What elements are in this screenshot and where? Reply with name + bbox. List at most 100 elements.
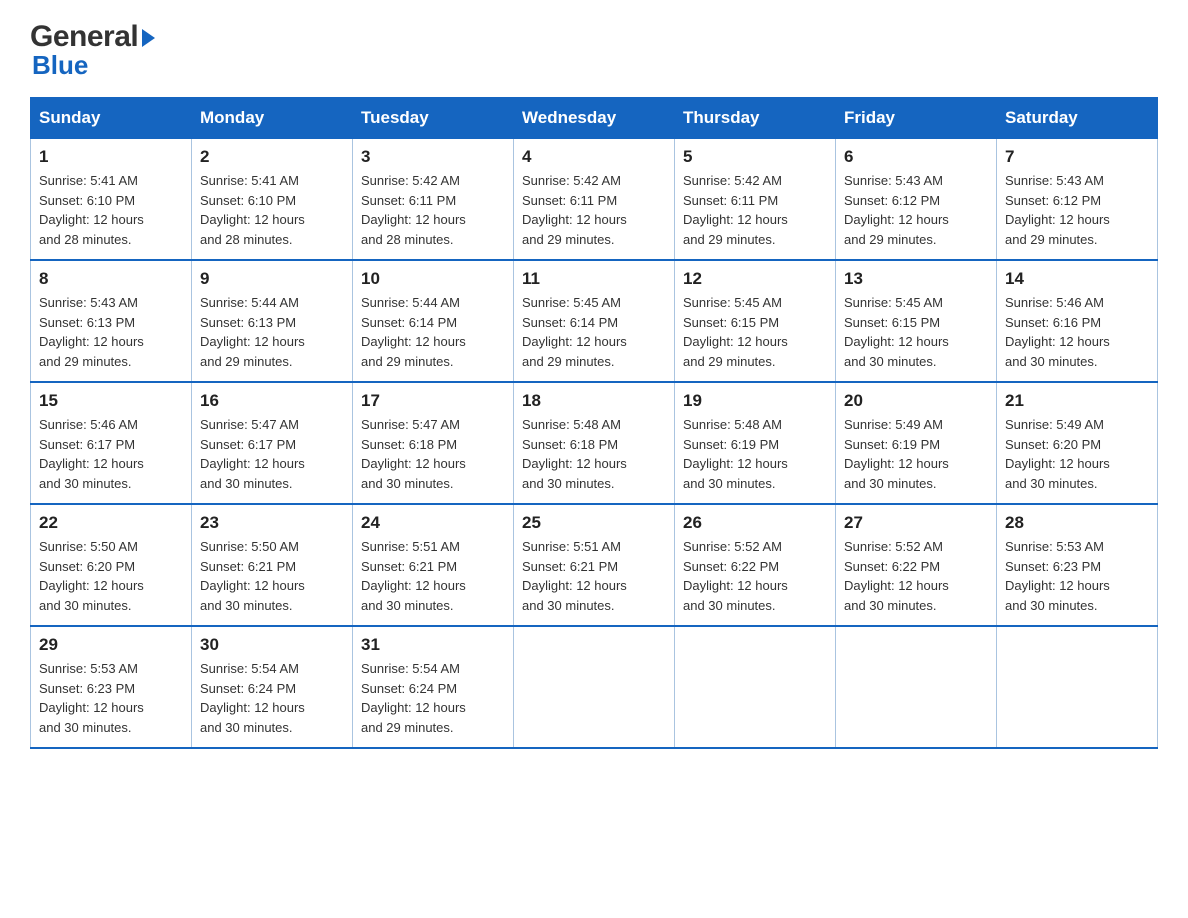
day-info: Sunrise: 5:48 AMSunset: 6:19 PMDaylight:…: [683, 417, 788, 491]
calendar-cell: 11 Sunrise: 5:45 AMSunset: 6:14 PMDaylig…: [514, 260, 675, 382]
calendar-cell: 27 Sunrise: 5:52 AMSunset: 6:22 PMDaylig…: [836, 504, 997, 626]
calendar-cell: 17 Sunrise: 5:47 AMSunset: 6:18 PMDaylig…: [353, 382, 514, 504]
day-info: Sunrise: 5:42 AMSunset: 6:11 PMDaylight:…: [361, 173, 466, 247]
calendar-cell: 24 Sunrise: 5:51 AMSunset: 6:21 PMDaylig…: [353, 504, 514, 626]
day-number: 23: [200, 513, 344, 533]
day-number: 14: [1005, 269, 1149, 289]
day-info: Sunrise: 5:41 AMSunset: 6:10 PMDaylight:…: [200, 173, 305, 247]
day-number: 25: [522, 513, 666, 533]
calendar-cell: 5 Sunrise: 5:42 AMSunset: 6:11 PMDayligh…: [675, 139, 836, 261]
day-number: 21: [1005, 391, 1149, 411]
day-number: 7: [1005, 147, 1149, 167]
calendar-cell: 3 Sunrise: 5:42 AMSunset: 6:11 PMDayligh…: [353, 139, 514, 261]
day-info: Sunrise: 5:42 AMSunset: 6:11 PMDaylight:…: [683, 173, 788, 247]
calendar-cell: [997, 626, 1158, 748]
day-info: Sunrise: 5:45 AMSunset: 6:15 PMDaylight:…: [683, 295, 788, 369]
day-info: Sunrise: 5:43 AMSunset: 6:12 PMDaylight:…: [1005, 173, 1110, 247]
logo-arrow-icon: [142, 29, 155, 47]
day-number: 26: [683, 513, 827, 533]
calendar-cell: 22 Sunrise: 5:50 AMSunset: 6:20 PMDaylig…: [31, 504, 192, 626]
calendar-week-row: 22 Sunrise: 5:50 AMSunset: 6:20 PMDaylig…: [31, 504, 1158, 626]
day-info: Sunrise: 5:45 AMSunset: 6:15 PMDaylight:…: [844, 295, 949, 369]
day-info: Sunrise: 5:49 AMSunset: 6:19 PMDaylight:…: [844, 417, 949, 491]
page-header: General Blue: [30, 20, 1158, 81]
calendar-cell: 29 Sunrise: 5:53 AMSunset: 6:23 PMDaylig…: [31, 626, 192, 748]
calendar-cell: 25 Sunrise: 5:51 AMSunset: 6:21 PMDaylig…: [514, 504, 675, 626]
calendar-day-header: Friday: [836, 98, 997, 139]
day-info: Sunrise: 5:44 AMSunset: 6:13 PMDaylight:…: [200, 295, 305, 369]
day-info: Sunrise: 5:47 AMSunset: 6:18 PMDaylight:…: [361, 417, 466, 491]
day-info: Sunrise: 5:44 AMSunset: 6:14 PMDaylight:…: [361, 295, 466, 369]
calendar-cell: 9 Sunrise: 5:44 AMSunset: 6:13 PMDayligh…: [192, 260, 353, 382]
calendar-week-row: 8 Sunrise: 5:43 AMSunset: 6:13 PMDayligh…: [31, 260, 1158, 382]
calendar-cell: 14 Sunrise: 5:46 AMSunset: 6:16 PMDaylig…: [997, 260, 1158, 382]
calendar-day-header: Monday: [192, 98, 353, 139]
day-info: Sunrise: 5:43 AMSunset: 6:12 PMDaylight:…: [844, 173, 949, 247]
calendar-cell: 30 Sunrise: 5:54 AMSunset: 6:24 PMDaylig…: [192, 626, 353, 748]
calendar-day-header: Thursday: [675, 98, 836, 139]
day-number: 6: [844, 147, 988, 167]
day-info: Sunrise: 5:49 AMSunset: 6:20 PMDaylight:…: [1005, 417, 1110, 491]
calendar-header-row: SundayMondayTuesdayWednesdayThursdayFrid…: [31, 98, 1158, 139]
day-info: Sunrise: 5:47 AMSunset: 6:17 PMDaylight:…: [200, 417, 305, 491]
day-number: 17: [361, 391, 505, 411]
day-number: 31: [361, 635, 505, 655]
calendar-cell: 4 Sunrise: 5:42 AMSunset: 6:11 PMDayligh…: [514, 139, 675, 261]
calendar-cell: 21 Sunrise: 5:49 AMSunset: 6:20 PMDaylig…: [997, 382, 1158, 504]
logo-general-text: General: [30, 20, 138, 54]
calendar-day-header: Sunday: [31, 98, 192, 139]
day-number: 3: [361, 147, 505, 167]
logo: General Blue: [30, 20, 155, 81]
day-info: Sunrise: 5:52 AMSunset: 6:22 PMDaylight:…: [844, 539, 949, 613]
day-info: Sunrise: 5:46 AMSunset: 6:16 PMDaylight:…: [1005, 295, 1110, 369]
day-number: 1: [39, 147, 183, 167]
day-info: Sunrise: 5:45 AMSunset: 6:14 PMDaylight:…: [522, 295, 627, 369]
calendar-cell: 19 Sunrise: 5:48 AMSunset: 6:19 PMDaylig…: [675, 382, 836, 504]
day-info: Sunrise: 5:46 AMSunset: 6:17 PMDaylight:…: [39, 417, 144, 491]
calendar-cell: 31 Sunrise: 5:54 AMSunset: 6:24 PMDaylig…: [353, 626, 514, 748]
logo-blue-text: Blue: [32, 50, 88, 81]
day-number: 13: [844, 269, 988, 289]
calendar-cell: 12 Sunrise: 5:45 AMSunset: 6:15 PMDaylig…: [675, 260, 836, 382]
day-number: 29: [39, 635, 183, 655]
day-number: 5: [683, 147, 827, 167]
day-number: 30: [200, 635, 344, 655]
calendar-cell: 7 Sunrise: 5:43 AMSunset: 6:12 PMDayligh…: [997, 139, 1158, 261]
day-info: Sunrise: 5:54 AMSunset: 6:24 PMDaylight:…: [361, 661, 466, 735]
day-number: 16: [200, 391, 344, 411]
day-number: 19: [683, 391, 827, 411]
calendar-cell: 1 Sunrise: 5:41 AMSunset: 6:10 PMDayligh…: [31, 139, 192, 261]
calendar-cell: 2 Sunrise: 5:41 AMSunset: 6:10 PMDayligh…: [192, 139, 353, 261]
calendar-cell: 28 Sunrise: 5:53 AMSunset: 6:23 PMDaylig…: [997, 504, 1158, 626]
day-number: 2: [200, 147, 344, 167]
day-info: Sunrise: 5:50 AMSunset: 6:21 PMDaylight:…: [200, 539, 305, 613]
calendar-table: SundayMondayTuesdayWednesdayThursdayFrid…: [30, 97, 1158, 749]
day-info: Sunrise: 5:53 AMSunset: 6:23 PMDaylight:…: [1005, 539, 1110, 613]
calendar-cell: 8 Sunrise: 5:43 AMSunset: 6:13 PMDayligh…: [31, 260, 192, 382]
day-info: Sunrise: 5:51 AMSunset: 6:21 PMDaylight:…: [361, 539, 466, 613]
calendar-week-row: 15 Sunrise: 5:46 AMSunset: 6:17 PMDaylig…: [31, 382, 1158, 504]
day-info: Sunrise: 5:52 AMSunset: 6:22 PMDaylight:…: [683, 539, 788, 613]
day-number: 22: [39, 513, 183, 533]
calendar-cell: 13 Sunrise: 5:45 AMSunset: 6:15 PMDaylig…: [836, 260, 997, 382]
day-number: 8: [39, 269, 183, 289]
calendar-cell: [514, 626, 675, 748]
day-info: Sunrise: 5:51 AMSunset: 6:21 PMDaylight:…: [522, 539, 627, 613]
calendar-cell: [675, 626, 836, 748]
day-info: Sunrise: 5:54 AMSunset: 6:24 PMDaylight:…: [200, 661, 305, 735]
day-number: 18: [522, 391, 666, 411]
calendar-week-row: 29 Sunrise: 5:53 AMSunset: 6:23 PMDaylig…: [31, 626, 1158, 748]
calendar-cell: 26 Sunrise: 5:52 AMSunset: 6:22 PMDaylig…: [675, 504, 836, 626]
calendar-cell: 10 Sunrise: 5:44 AMSunset: 6:14 PMDaylig…: [353, 260, 514, 382]
day-info: Sunrise: 5:48 AMSunset: 6:18 PMDaylight:…: [522, 417, 627, 491]
calendar-cell: 15 Sunrise: 5:46 AMSunset: 6:17 PMDaylig…: [31, 382, 192, 504]
day-number: 15: [39, 391, 183, 411]
day-number: 27: [844, 513, 988, 533]
day-number: 24: [361, 513, 505, 533]
calendar-day-header: Wednesday: [514, 98, 675, 139]
day-number: 12: [683, 269, 827, 289]
calendar-week-row: 1 Sunrise: 5:41 AMSunset: 6:10 PMDayligh…: [31, 139, 1158, 261]
calendar-cell: 20 Sunrise: 5:49 AMSunset: 6:19 PMDaylig…: [836, 382, 997, 504]
day-info: Sunrise: 5:53 AMSunset: 6:23 PMDaylight:…: [39, 661, 144, 735]
day-number: 9: [200, 269, 344, 289]
